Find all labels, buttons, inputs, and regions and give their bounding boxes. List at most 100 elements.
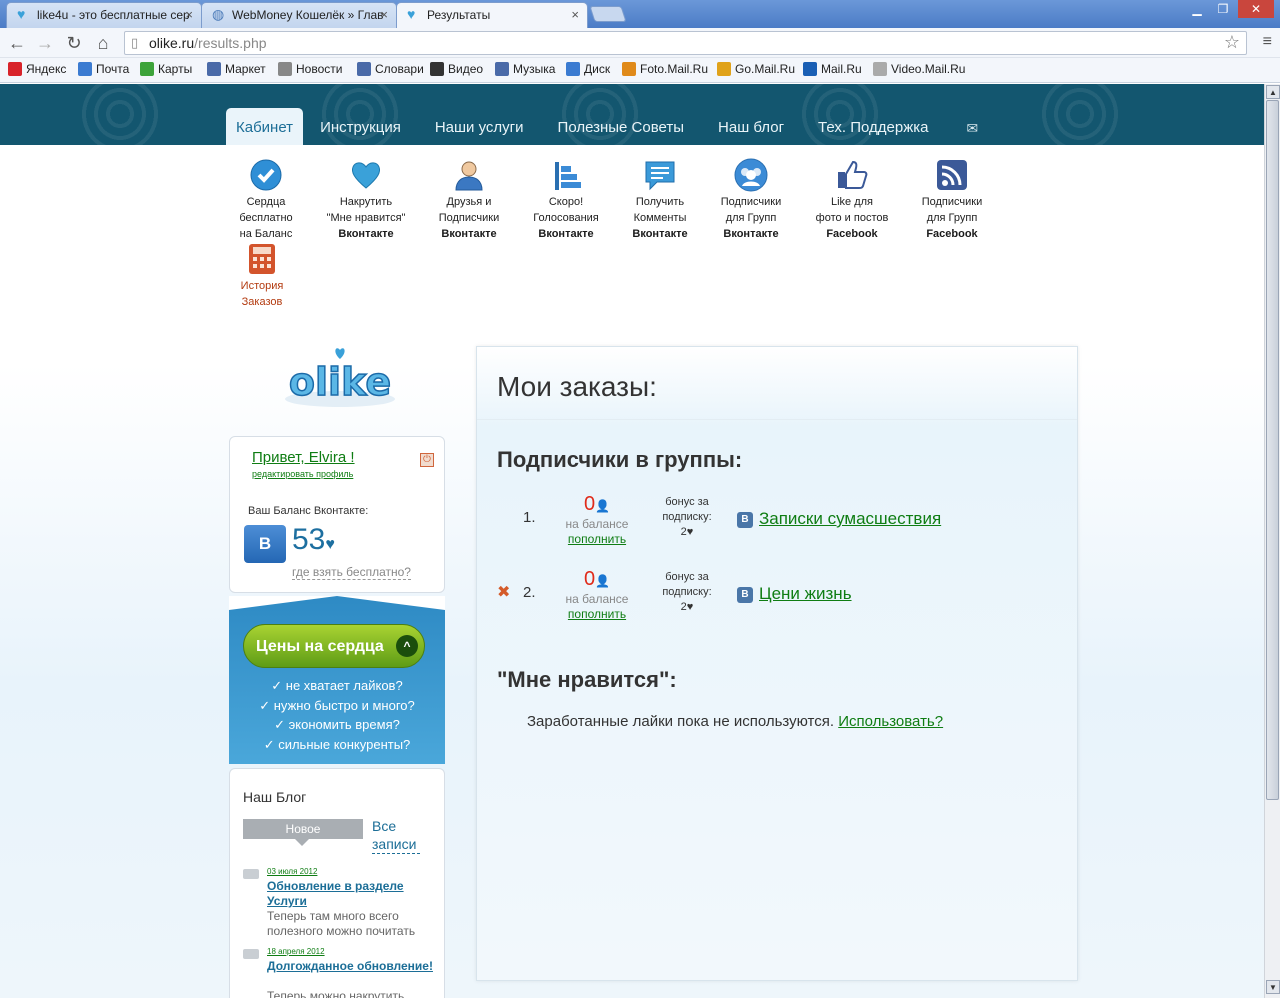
balance-value: 53♥ xyxy=(292,523,335,556)
order-balance: 0👤 на балансе пополнить xyxy=(561,493,633,547)
tag-icon xyxy=(243,869,259,879)
order-bonus: бонус за подписку: 2♥ xyxy=(662,571,712,613)
star-icon[interactable]: ☆ xyxy=(1224,32,1240,53)
refill-link[interactable]: пополнить xyxy=(561,607,633,622)
minimize-icon[interactable]: ▁ xyxy=(1184,0,1210,18)
prices-button[interactable]: Цены на сердца ^ xyxy=(243,624,425,668)
bookmark-item[interactable]: Почта xyxy=(78,62,129,76)
post-date[interactable]: 03 июля 2012 xyxy=(267,867,317,876)
service-friends-vk[interactable]: Друзья и Подписчики Вконтакте xyxy=(431,158,507,242)
service-group-subs-fb[interactable]: Подписчики для Групп Facebook xyxy=(916,158,988,242)
page-viewport: Кабинет Инструкция Наши услуги Полезные … xyxy=(0,84,1264,998)
order-bonus: бонус за подписку: 2♥ xyxy=(662,496,712,538)
bookmark-icon xyxy=(495,62,509,76)
section-title-likes: "Мне нравится": xyxy=(497,667,677,692)
forward-icon[interactable]: → xyxy=(34,32,56,54)
menu-icon[interactable]: ≡ xyxy=(1263,33,1272,51)
blog-tab-new[interactable]: Новое xyxy=(243,819,363,846)
bookmark-item[interactable]: Словари xyxy=(357,62,424,76)
svg-text:olike: olike xyxy=(289,360,391,404)
service-comments-vk[interactable]: Получить Комменты Вконтакте xyxy=(624,158,696,242)
bookmark-item[interactable]: Новости xyxy=(278,62,342,76)
bookmark-icon xyxy=(207,62,221,76)
use-likes-link[interactable]: Использовать? xyxy=(838,713,943,730)
bookmark-item[interactable]: Foto.Mail.Ru xyxy=(622,62,708,76)
bookmark-label: Foto.Mail.Ru xyxy=(640,62,709,76)
orders-panel: Мои заказы: Подписчики в группы: 1. 0👤 н… xyxy=(476,346,1078,981)
close-icon[interactable]: × xyxy=(380,3,388,27)
site-header: Кабинет Инструкция Наши услуги Полезные … xyxy=(0,84,1264,145)
post-date[interactable]: 18 апреля 2012 xyxy=(267,947,325,956)
free-hearts-link[interactable]: где взять бесплатно? xyxy=(292,565,411,580)
close-icon[interactable]: × xyxy=(571,3,579,27)
scroll-down-icon[interactable]: ▼ xyxy=(1266,980,1280,994)
group-link[interactable]: B Записки сумасшествия xyxy=(737,509,941,529)
bookmark-item[interactable]: Video.Mail.Ru xyxy=(873,62,965,76)
scroll-up-icon[interactable]: ▲ xyxy=(1266,85,1280,99)
bookmark-item[interactable]: Маркет xyxy=(207,62,266,76)
address-bar[interactable]: ▯ olike.ru/results.php ☆ xyxy=(124,31,1247,55)
prices-banner: Цены на сердца ^ ✓ не хватает лайков? ✓ н… xyxy=(229,596,445,764)
all-posts-link[interactable]: Все записи xyxy=(372,817,420,854)
close-icon[interactable]: × xyxy=(185,3,193,27)
logout-icon[interactable]: ⏻ xyxy=(420,453,434,467)
tab-title: like4u - это бесплатные сер xyxy=(37,8,190,22)
group-link[interactable]: B Цени жизнь xyxy=(737,584,852,604)
scrollbar[interactable]: ▲ ▼ xyxy=(1264,84,1280,998)
scroll-thumb[interactable] xyxy=(1266,100,1279,800)
nav-cabinet[interactable]: Кабинет xyxy=(226,108,304,145)
prices-list: ✓ не хватает лайков? ✓ нужно быстро и мн… xyxy=(259,678,415,752)
edit-profile-link[interactable]: редактировать профиль xyxy=(252,469,353,479)
new-tab-button[interactable] xyxy=(589,6,627,22)
bookmark-label: Словари xyxy=(375,62,424,76)
nav-instructions[interactable]: Инструкция xyxy=(303,108,418,145)
post-title[interactable]: Обновление в разделе Услуги xyxy=(267,879,433,909)
close-window-icon[interactable]: ✕ xyxy=(1238,0,1274,18)
service-polls-vk[interactable]: Скоро! Голосования Вконтакте xyxy=(528,158,604,242)
tab-title: WebMoney Кошелёк » Глав xyxy=(232,8,384,22)
service-likes-vk[interactable]: Накрутить "Мне нравится" Вконтакте xyxy=(321,158,411,242)
likes-note: Заработанные лайки пока не используются.… xyxy=(527,713,944,730)
greeting-link[interactable]: Привет, Elvira ! xyxy=(252,449,355,466)
delete-icon[interactable]: ✖ xyxy=(497,582,510,602)
post-excerpt: Теперь можно накрутить xyxy=(267,989,405,998)
back-icon[interactable]: ← xyxy=(6,32,28,54)
blog-title: Наш Блог xyxy=(243,789,307,805)
mail-icon[interactable]: ✉ xyxy=(949,108,983,145)
refill-link[interactable]: пополнить xyxy=(561,532,633,547)
bookmark-item[interactable]: Видео xyxy=(430,62,483,76)
service-likes-fb[interactable]: Like для фото и постов Facebook xyxy=(808,158,896,242)
vk-wallet-icon: B xyxy=(244,525,286,563)
browser-tab-strip: ♥ like4u - это бесплатные сер × ◍ WebMon… xyxy=(0,0,1280,28)
service-group-subs-vk[interactable]: Подписчики для Групп Вконтакте xyxy=(714,158,788,242)
bookmark-item[interactable]: Mail.Ru xyxy=(803,62,862,76)
post-title[interactable]: Долгожданное обновление! xyxy=(267,959,433,974)
bookmark-label: Video.Mail.Ru xyxy=(891,62,966,76)
service-free-hearts[interactable]: Сердца бесплатно на Баланс xyxy=(226,158,306,242)
nav-tips[interactable]: Полезные Советы xyxy=(541,108,701,145)
browser-tab[interactable]: ♥ like4u - это бесплатные сер × xyxy=(6,2,202,28)
nav-blog[interactable]: Наш блог xyxy=(701,108,801,145)
bookmark-item[interactable]: Карты xyxy=(140,62,192,76)
nav-support[interactable]: Тех. Поддержка xyxy=(801,108,945,145)
browser-tab-active[interactable]: ♥ Результаты × xyxy=(396,2,588,28)
user-icon: 👤 xyxy=(595,574,611,588)
tag-icon xyxy=(243,949,259,959)
bookmark-label: Маркет xyxy=(225,62,266,76)
home-icon[interactable]: ⌂ xyxy=(92,32,114,54)
bookmark-item[interactable]: Go.Mail.Ru xyxy=(717,62,795,76)
restore-icon[interactable]: ❐ xyxy=(1210,0,1236,18)
order-row: ✖ 2. 0👤 на балансе пополнить бонус за под… xyxy=(497,568,1057,628)
olike-logo[interactable]: olike xyxy=(275,329,405,414)
reload-icon[interactable]: ↻ xyxy=(63,32,85,54)
url-text: olike.ru/results.php xyxy=(149,35,267,51)
browser-tab[interactable]: ◍ WebMoney Кошелёк » Глав × xyxy=(201,2,397,28)
bookmark-label: Видео xyxy=(448,62,484,76)
main-nav: Кабинет Инструкция Наши услуги Полезные … xyxy=(226,108,983,145)
bookmark-item[interactable]: Яндекс xyxy=(8,62,66,76)
bookmark-item[interactable]: Музыка xyxy=(495,62,555,76)
nav-services[interactable]: Наши услуги xyxy=(418,108,541,145)
bookmark-item[interactable]: Диск xyxy=(566,62,610,76)
service-order-history[interactable]: История Заказов xyxy=(226,242,298,310)
page-title: Мои заказы: xyxy=(497,371,657,402)
